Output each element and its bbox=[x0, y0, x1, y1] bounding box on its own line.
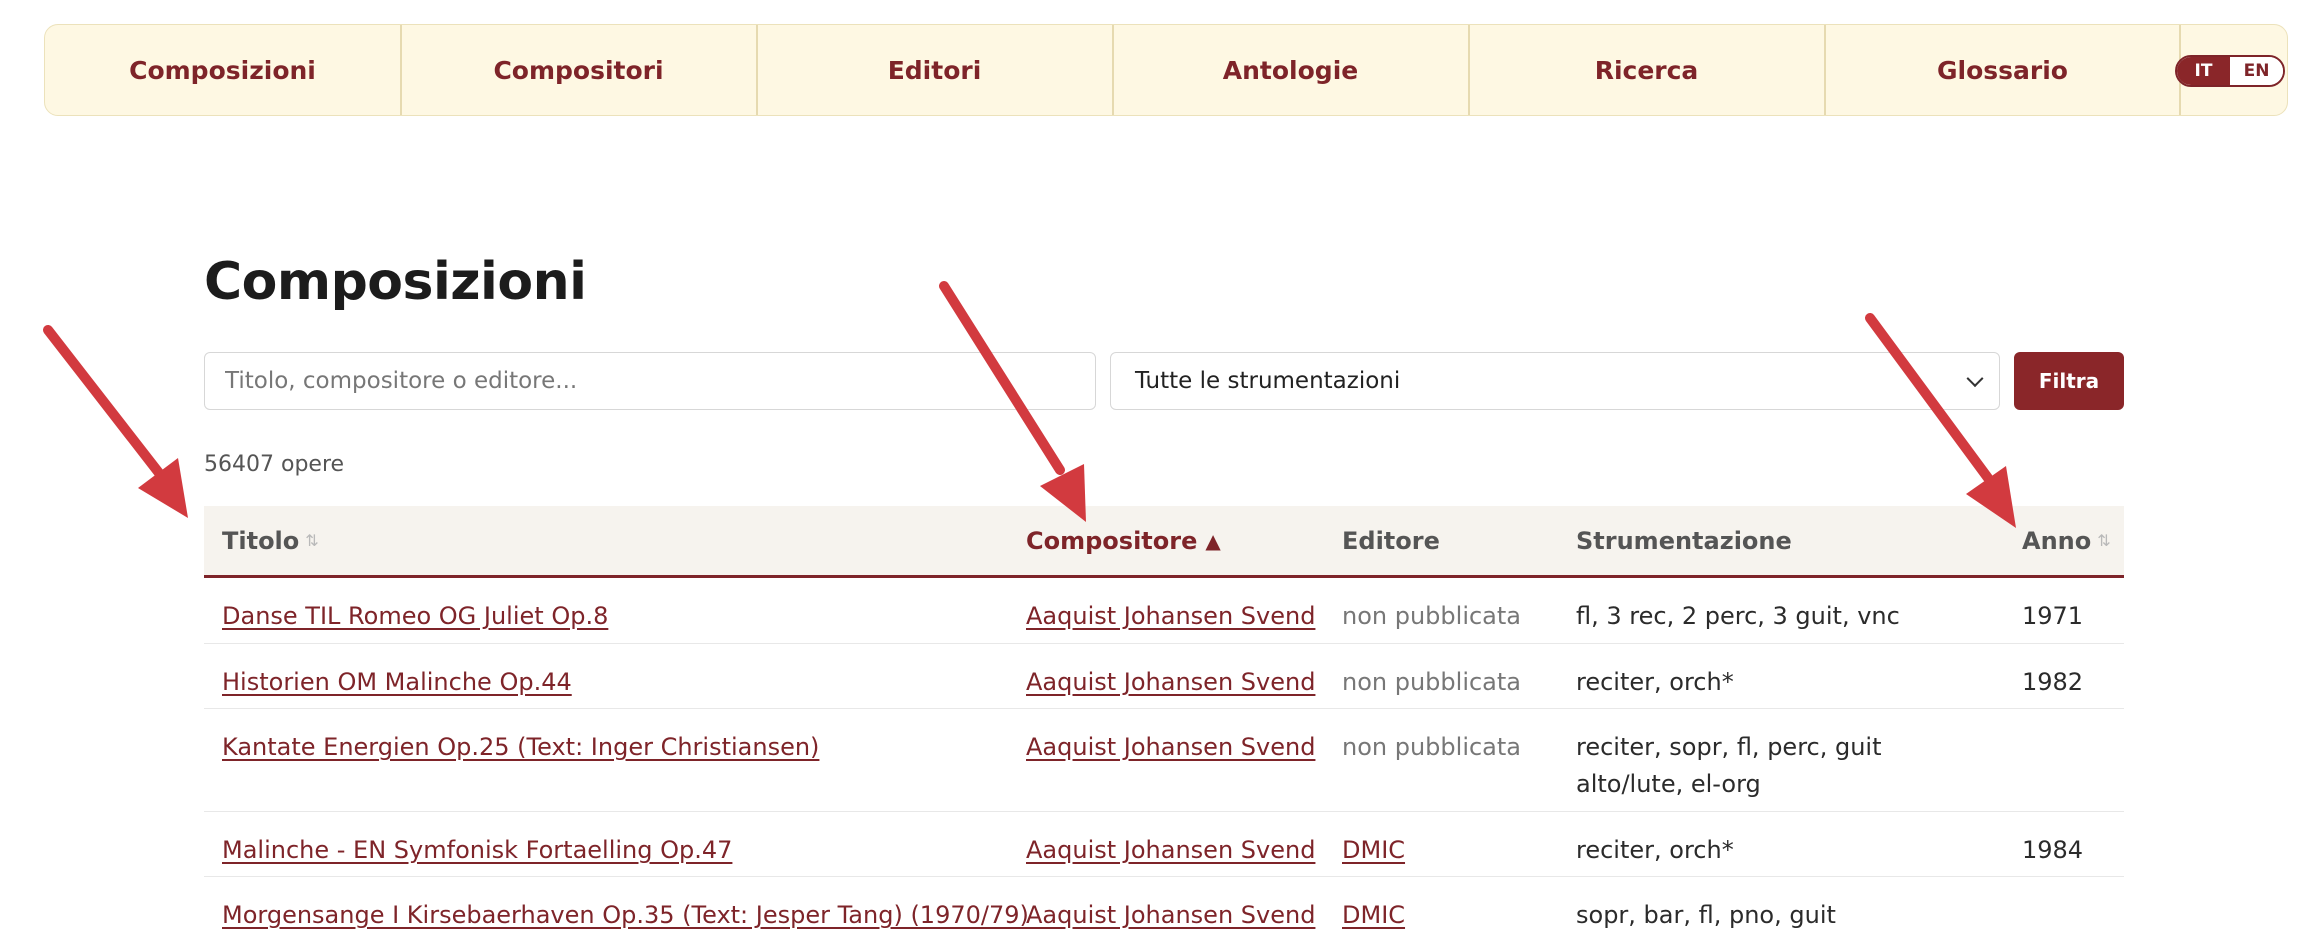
chevron-down-icon bbox=[1966, 370, 1984, 388]
publisher-text: non pubblicata bbox=[1342, 602, 1522, 630]
top-navigation: Composizioni Compositori Editori Antolog… bbox=[44, 24, 2288, 116]
language-en-button[interactable]: EN bbox=[2230, 57, 2283, 85]
column-header-instrumentation: Strumentazione bbox=[1576, 506, 1996, 575]
column-header-publisher: Editore bbox=[1342, 506, 1440, 575]
instrumentation-text: reciter, sopr, fl, perc, guit alto/lute,… bbox=[1576, 733, 1882, 798]
page-title: Composizioni bbox=[204, 252, 587, 312]
column-header-publisher-label: Editore bbox=[1342, 526, 1440, 555]
nav-item-composizioni[interactable]: Composizioni bbox=[45, 25, 400, 115]
composition-title-link[interactable]: Morgensange I Kirsebaerhaven Op.35 (Text… bbox=[222, 897, 1029, 934]
nav-item-antologie[interactable]: Antologie bbox=[1113, 25, 1468, 115]
filter-button[interactable]: Filtra bbox=[2014, 352, 2124, 410]
composition-title-link[interactable]: Kantate Energien Op.25 (Text: Inger Chri… bbox=[222, 729, 819, 766]
instrumentation-select[interactable]: Tutte le strumentazioni bbox=[1110, 352, 2000, 410]
nav-item-editori[interactable]: Editori bbox=[757, 25, 1112, 115]
composition-title-link[interactable]: Danse TIL Romeo OG Juliet Op.8 bbox=[222, 598, 608, 635]
table-row: Malinche - EN Symfonisk Fortaelling Op.4… bbox=[204, 812, 2124, 877]
result-count: 56407 opere bbox=[204, 452, 345, 477]
column-header-title[interactable]: Titolo ⇅ bbox=[222, 506, 319, 575]
annotation-arrow-year bbox=[1865, 313, 2016, 528]
year-text: 1971 bbox=[2022, 602, 2084, 630]
table-row: Morgensange I Kirsebaerhaven Op.35 (Text… bbox=[204, 877, 2124, 940]
composer-link[interactable]: Aaquist Johansen Svend bbox=[1026, 897, 1315, 934]
composer-link[interactable]: Aaquist Johansen Svend bbox=[1026, 664, 1315, 701]
year-text: 1984 bbox=[2022, 836, 2084, 864]
table-row: Historien OM Malinche Op.44 Aaquist Joha… bbox=[204, 644, 2124, 709]
sort-ascending-icon: ▲ bbox=[1205, 528, 1221, 553]
instrumentation-text: sopr, bar, fl, pno, guit bbox=[1576, 901, 1836, 929]
publisher-text: non pubblicata bbox=[1342, 668, 1522, 696]
column-header-year[interactable]: Anno ⇅ bbox=[2022, 506, 2111, 575]
year-text: 1982 bbox=[2022, 668, 2084, 696]
table-header: Titolo ⇅ Compositore ▲ Editore Strumenta… bbox=[204, 506, 2124, 578]
instrumentation-text: reciter, orch* bbox=[1576, 836, 1734, 864]
language-toggle: IT EN bbox=[2175, 55, 2285, 87]
column-header-instrumentation-label: Strumentazione bbox=[1576, 526, 1792, 555]
table-row: Kantate Energien Op.25 (Text: Inger Chri… bbox=[204, 709, 2124, 812]
table-row: Danse TIL Romeo OG Juliet Op.8 Aaquist J… bbox=[204, 578, 2124, 644]
instrumentation-text: fl, 3 rec, 2 perc, 3 guit, vnc bbox=[1576, 602, 1900, 630]
column-header-title-label: Titolo bbox=[222, 526, 300, 555]
annotation-arrow-title bbox=[43, 325, 188, 518]
column-header-year-label: Anno bbox=[2022, 526, 2092, 555]
sort-both-icon: ⇅ bbox=[305, 531, 319, 550]
composition-title-link[interactable]: Historien OM Malinche Op.44 bbox=[222, 664, 572, 701]
publisher-link[interactable]: DMIC bbox=[1342, 897, 1405, 934]
publisher-link[interactable]: DMIC bbox=[1342, 832, 1405, 869]
sort-both-icon: ⇅ bbox=[2097, 531, 2111, 550]
column-header-composer[interactable]: Compositore ▲ bbox=[1026, 506, 1221, 575]
language-it-button[interactable]: IT bbox=[2177, 57, 2230, 85]
composer-link[interactable]: Aaquist Johansen Svend bbox=[1026, 598, 1315, 635]
composer-link[interactable]: Aaquist Johansen Svend bbox=[1026, 729, 1315, 766]
instrumentation-select-value: Tutte le strumentazioni bbox=[1135, 368, 1401, 394]
nav-item-glossario[interactable]: Glossario bbox=[1825, 25, 2180, 115]
publisher-text: non pubblicata bbox=[1342, 733, 1522, 761]
nav-item-ricerca[interactable]: Ricerca bbox=[1469, 25, 1824, 115]
instrumentation-text: reciter, orch* bbox=[1576, 668, 1734, 696]
composer-link[interactable]: Aaquist Johansen Svend bbox=[1026, 832, 1315, 869]
search-input[interactable] bbox=[204, 352, 1096, 410]
composition-title-link[interactable]: Malinche - EN Symfonisk Fortaelling Op.4… bbox=[222, 832, 732, 869]
compositions-table: Titolo ⇅ Compositore ▲ Editore Strumenta… bbox=[204, 506, 2124, 940]
nav-item-compositori[interactable]: Compositori bbox=[401, 25, 756, 115]
column-header-composer-label: Compositore bbox=[1026, 526, 1198, 555]
